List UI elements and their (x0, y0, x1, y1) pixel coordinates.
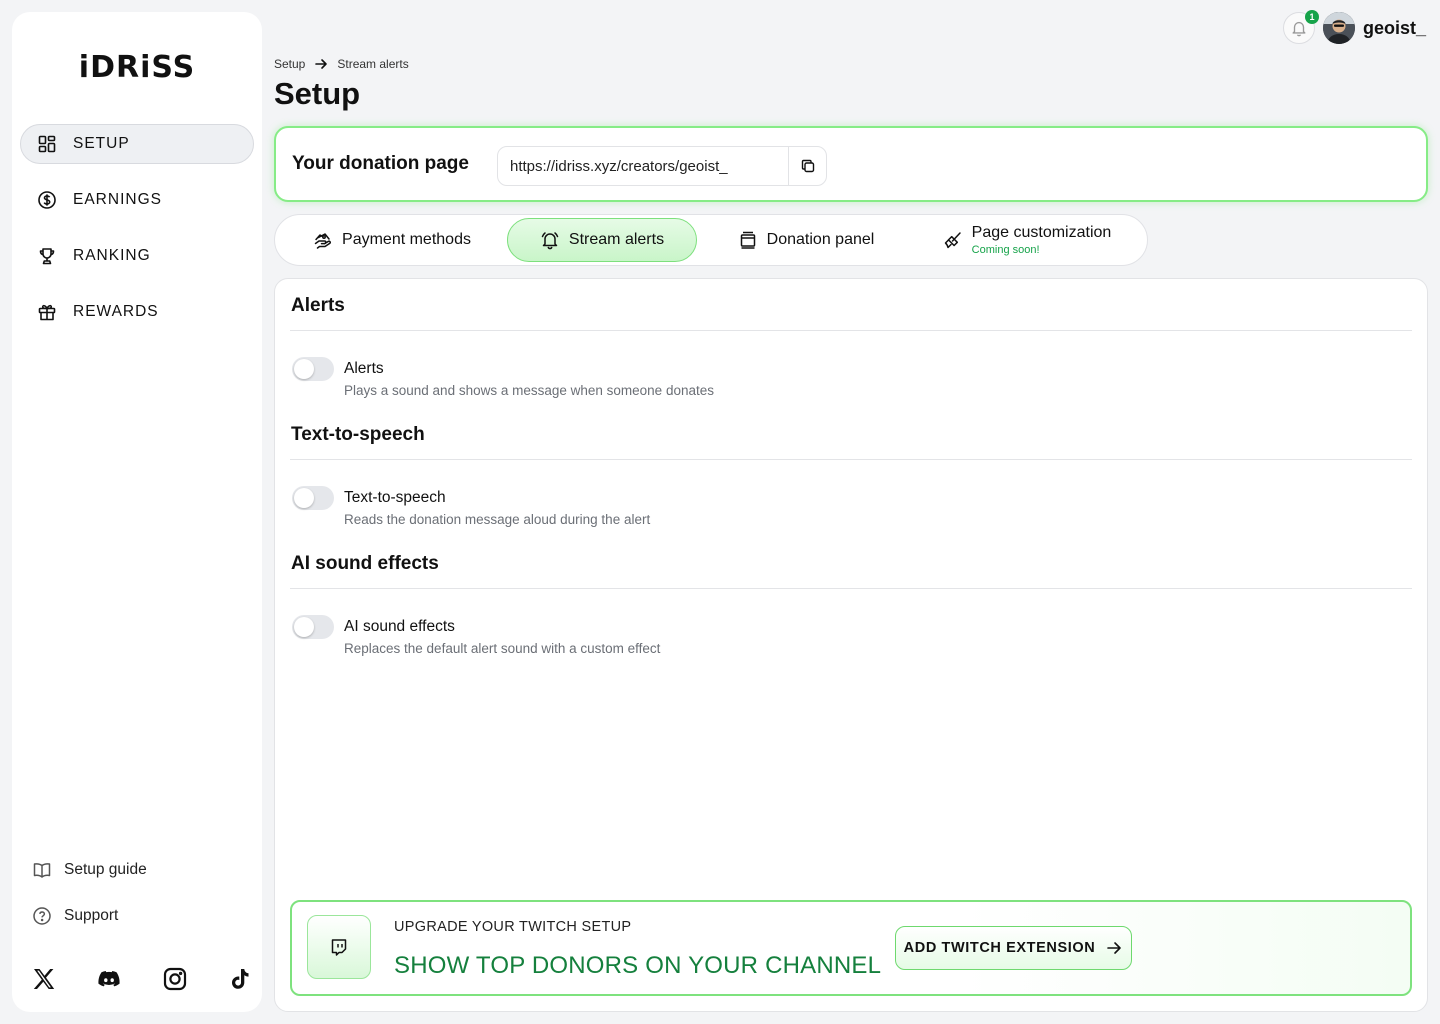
add-twitch-extension-button[interactable]: ADD TWITCH EXTENSION (895, 926, 1132, 970)
stream-alerts-panel: Alerts Alerts Plays a sound and shows a … (274, 278, 1428, 1012)
twitch-headline: SHOW TOP DONORS ON YOUR CHANNEL (394, 952, 882, 979)
tts-toggle[interactable] (292, 486, 334, 510)
donation-url-text[interactable]: https://idriss.xyz/creators/geoist_ (498, 158, 788, 175)
tts-setting-label: Text-to-speech (344, 489, 446, 506)
book-icon (32, 860, 52, 880)
payment-icon (313, 230, 333, 250)
breadcrumb: Setup Stream alerts (274, 57, 409, 71)
toggle-knob (294, 617, 314, 637)
notification-badge: 1 (1304, 10, 1319, 24)
sidebar-item-label: SETUP (73, 135, 130, 152)
grid-icon (37, 134, 57, 154)
ai-sfx-toggle[interactable] (292, 615, 334, 639)
avatar[interactable] (1322, 12, 1355, 44)
sidebar: iDRiSS SETUP EARNINGS RANKING REWARDS Se… (12, 12, 262, 1012)
social-links (31, 966, 253, 992)
donation-page-card: Your donation page https://idriss.xyz/cr… (274, 126, 1428, 202)
sidebar-nav: SETUP EARNINGS RANKING REWARDS (20, 124, 254, 348)
dollar-circle-icon (37, 190, 57, 210)
twitch-icon (329, 937, 349, 957)
setup-guide-label: Setup guide (64, 861, 147, 878)
sidebar-item-ranking[interactable]: RANKING (20, 236, 254, 276)
sidebar-item-label: RANKING (73, 247, 151, 264)
tab-page-customization[interactable]: Page customization Coming soon! (927, 218, 1127, 262)
sidebar-bottom-links: Setup guide Support (32, 858, 252, 950)
breadcrumb-setup[interactable]: Setup (274, 57, 305, 71)
trophy-icon (37, 246, 57, 266)
section-title-ai-sfx: AI sound effects (291, 553, 439, 574)
copy-icon (800, 158, 816, 174)
breadcrumb-stream-alerts: Stream alerts (337, 57, 409, 71)
support-link[interactable]: Support (32, 904, 252, 928)
sidebar-item-earnings[interactable]: EARNINGS (20, 180, 254, 220)
arrow-right-icon (1105, 939, 1123, 957)
add-twitch-extension-label: ADD TWITCH EXTENSION (903, 940, 1096, 956)
sidebar-item-setup[interactable]: SETUP (20, 124, 254, 164)
tab-label: Payment methods (342, 231, 471, 248)
alerts-setting-label: Alerts (344, 360, 384, 377)
divider (290, 330, 1412, 331)
copy-url-button[interactable] (788, 147, 826, 185)
sidebar-item-rewards[interactable]: REWARDS (20, 292, 254, 332)
section-title-alerts: Alerts (291, 295, 345, 316)
gift-icon (37, 302, 57, 322)
support-label: Support (64, 907, 119, 924)
toggle-knob (294, 488, 314, 508)
notifications-button[interactable]: 1 (1282, 10, 1319, 44)
help-circle-icon (32, 906, 52, 926)
sidebar-item-label: EARNINGS (73, 191, 162, 208)
tab-label-group: Page customization Coming soon! (972, 224, 1112, 256)
twitch-icon-box (307, 915, 371, 979)
tab-stream-alerts[interactable]: Stream alerts (507, 218, 697, 262)
twitch-upgrade-banner: UPGRADE YOUR TWITCH SETUP SHOW TOP DONOR… (290, 900, 1412, 996)
bell-icon (540, 230, 560, 250)
topbar: 1 geoist_ (1282, 10, 1426, 44)
setup-guide-link[interactable]: Setup guide (32, 858, 252, 882)
tab-payment-methods[interactable]: Payment methods (297, 218, 487, 262)
coming-soon-label: Coming soon! (971, 243, 1040, 256)
toggle-knob (294, 359, 314, 379)
idriss-logo[interactable]: iDRiSS (12, 50, 262, 85)
ai-sfx-setting-desc: Replaces the default alert sound with a … (344, 641, 661, 656)
bell-icon (1290, 19, 1308, 37)
panel-icon (738, 230, 758, 250)
tab-label: Stream alerts (568, 231, 665, 248)
tiktok-icon[interactable] (227, 966, 253, 992)
alerts-toggle[interactable] (292, 357, 334, 381)
page-title: Setup (274, 76, 361, 111)
twitch-kicker: UPGRADE YOUR TWITCH SETUP (394, 919, 632, 935)
instagram-icon[interactable] (162, 966, 188, 992)
tts-setting-desc: Reads the donation message aloud during … (344, 512, 651, 527)
x-icon[interactable] (31, 966, 57, 992)
tab-label: Donation panel (766, 231, 875, 248)
tab-label: Page customization (971, 224, 1112, 242)
setup-tabs: Payment methods Stream alerts Donation p… (274, 214, 1148, 266)
tab-donation-panel[interactable]: Donation panel (721, 218, 891, 262)
ai-sfx-setting-label: AI sound effects (344, 618, 455, 635)
brush-icon (943, 230, 963, 250)
arrow-right-icon (314, 57, 328, 71)
divider (290, 459, 1412, 460)
username[interactable]: geoist_ (1363, 18, 1426, 39)
divider (290, 588, 1412, 589)
alerts-setting-desc: Plays a sound and shows a message when s… (344, 383, 714, 398)
discord-icon[interactable] (96, 966, 122, 992)
donation-url-field[interactable]: https://idriss.xyz/creators/geoist_ (497, 146, 827, 186)
donation-page-label: Your donation page (292, 153, 469, 174)
section-title-tts: Text-to-speech (291, 424, 425, 445)
sidebar-item-label: REWARDS (73, 303, 159, 320)
